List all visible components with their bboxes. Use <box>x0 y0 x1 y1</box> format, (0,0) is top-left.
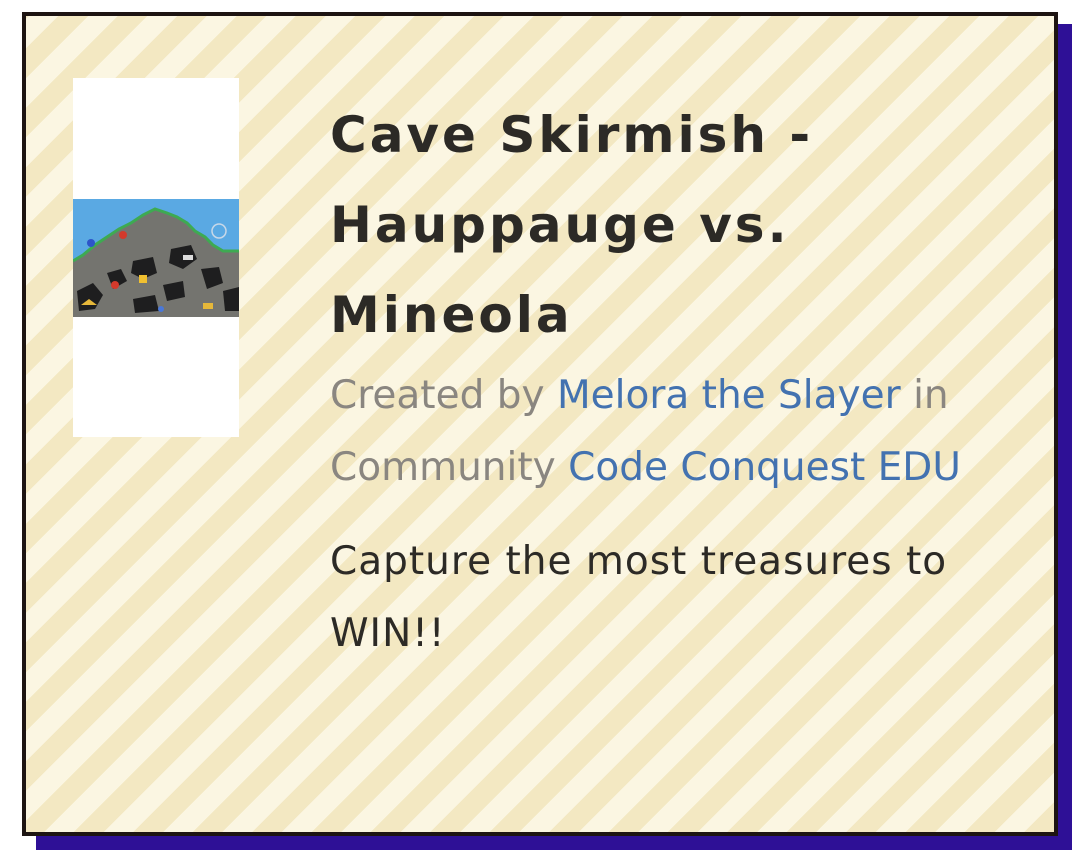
level-card: Cave Skirmish - Hauppauge vs. Mineola Cr… <box>22 12 1058 836</box>
community-link[interactable]: Code Conquest EDU <box>568 445 961 490</box>
author-link[interactable]: Melora the Slayer <box>557 373 901 418</box>
level-meta: Created by Melora the Slayer in Communit… <box>330 360 1020 504</box>
level-description: Capture the most treasures to WIN!! <box>330 539 948 656</box>
created-by-label: Created by <box>330 373 545 418</box>
level-title: Cave Skirmish - Hauppauge vs. Mineola <box>330 106 814 344</box>
level-info: Cave Skirmish - Hauppauge vs. Mineola Cr… <box>330 90 1020 670</box>
level-thumbnail[interactable] <box>73 78 239 437</box>
cave-map-thumbnail-icon <box>73 199 239 317</box>
